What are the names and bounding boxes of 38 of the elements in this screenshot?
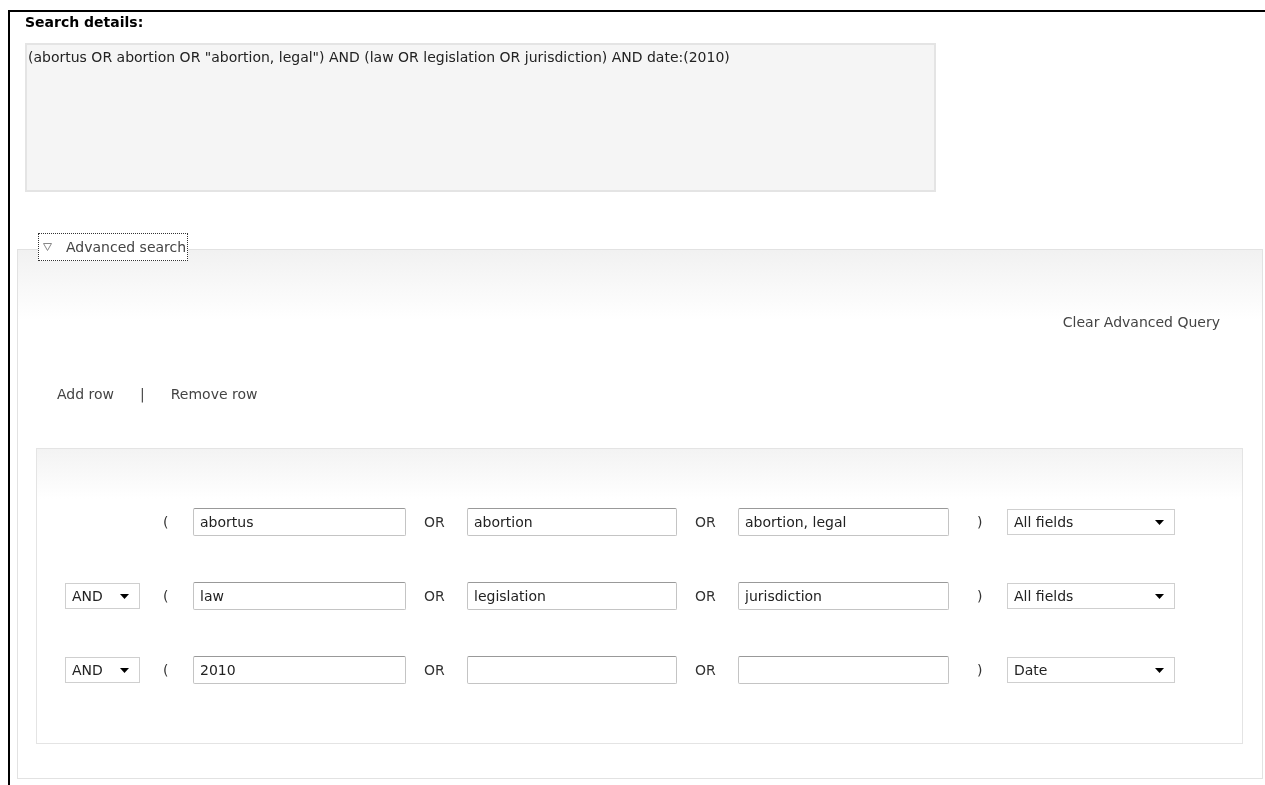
advanced-search-toggle[interactable]: Advanced search	[38, 233, 189, 261]
query-display: (abortus OR abortion OR "abortion, legal") AND (law OR legislation OR jurisdiction) AND date:(2010)	[25, 43, 936, 192]
search-term-field[interactable]	[467, 656, 677, 684]
search-term-field[interactable]: abortus	[193, 508, 406, 536]
field-select[interactable]: All fields	[1007, 509, 1175, 535]
remove-row-link[interactable]: Remove row	[170, 385, 258, 403]
operator-select[interactable]: AND	[65, 657, 140, 683]
close-parenthesis: )	[977, 512, 984, 532]
search-term-field[interactable]: abortion	[467, 508, 677, 536]
clear-query-link[interactable]: Clear Advanced Query	[1062, 313, 1220, 331]
open-parenthesis: (	[163, 586, 170, 606]
or-operator: OR	[695, 660, 717, 680]
search-term-field[interactable]: jurisdiction	[738, 582, 949, 610]
search-term-field[interactable]: law	[193, 582, 406, 610]
or-operator: OR	[695, 512, 717, 532]
operator-select[interactable]: AND	[65, 583, 140, 609]
search-term-field[interactable]	[738, 656, 949, 684]
add-row-link[interactable]: Add row	[57, 385, 115, 403]
caret-icon	[1155, 593, 1164, 599]
or-operator: OR	[424, 512, 446, 532]
close-parenthesis: )	[977, 660, 984, 680]
section-label: Search details:	[25, 13, 144, 31]
caret-icon	[120, 667, 129, 673]
link-separator: |	[140, 385, 145, 403]
search-term-field[interactable]: 2010	[193, 656, 406, 684]
field-select[interactable]: All fields	[1007, 583, 1175, 609]
caret-icon	[1155, 667, 1164, 673]
caret-icon	[120, 593, 129, 599]
search-term-field[interactable]: abortion, legal	[738, 508, 949, 536]
caret-icon	[1155, 519, 1164, 525]
open-parenthesis: (	[163, 660, 170, 680]
field-select[interactable]: Date	[1007, 657, 1175, 683]
or-operator: OR	[695, 586, 717, 606]
or-operator: OR	[424, 586, 446, 606]
search-term-field[interactable]: legislation	[467, 582, 677, 610]
or-operator: OR	[424, 660, 446, 680]
open-parenthesis: (	[163, 512, 170, 532]
close-parenthesis: )	[977, 586, 984, 606]
